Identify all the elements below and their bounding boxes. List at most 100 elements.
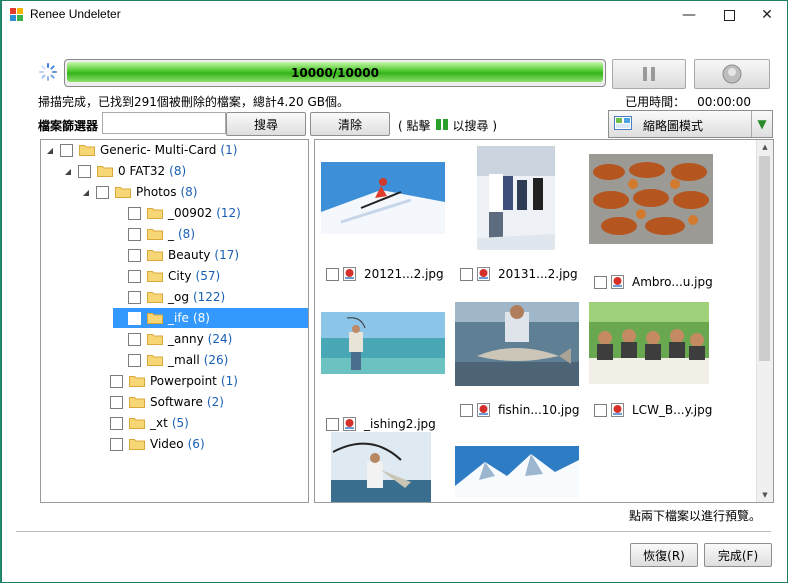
expand-arrow-icon[interactable]: ◢ bbox=[45, 146, 55, 155]
tree-item-photos[interactable]: ◢ Photos (8) bbox=[81, 182, 198, 202]
tree-item-folder[interactable]: Video (6) bbox=[95, 434, 205, 454]
tree-checkbox[interactable] bbox=[128, 227, 141, 241]
close-button[interactable]: ✕ bbox=[744, 1, 788, 29]
maximize-icon bbox=[723, 9, 735, 21]
tree-item-photo-folder[interactable]: _ (8) bbox=[113, 224, 195, 244]
fisherman-photo[interactable] bbox=[331, 432, 431, 502]
folder-label: City bbox=[168, 269, 192, 283]
file-checkbox[interactable] bbox=[326, 417, 339, 431]
folder-label: _og bbox=[168, 290, 189, 304]
tree-item-photo-folder[interactable]: _anny (24) bbox=[113, 329, 232, 349]
folder-count: (26) bbox=[203, 353, 229, 367]
folder-label: _xt bbox=[150, 416, 168, 430]
pause-icon bbox=[643, 67, 655, 81]
folder-label: Video bbox=[150, 437, 184, 451]
file-thumbnail[interactable]: Ambro...u.jpg bbox=[589, 154, 719, 294]
folder-label: Generic- Multi-Card bbox=[100, 143, 217, 157]
dropdown-arrow-icon[interactable]: ▼ bbox=[751, 111, 772, 137]
tree-checkbox[interactable] bbox=[110, 437, 123, 451]
pause-button[interactable] bbox=[612, 59, 686, 89]
file-thumbnail[interactable]: 20131...2.jpg bbox=[455, 146, 585, 286]
folder-icon bbox=[129, 418, 145, 429]
scroll-down-icon[interactable]: ▼ bbox=[757, 488, 773, 502]
file-thumbnail[interactable]: 20121...2.jpg bbox=[321, 162, 451, 302]
file-name: Ambro...u.jpg bbox=[632, 275, 713, 289]
tree-item-folder[interactable]: Powerpoint (1) bbox=[95, 371, 238, 391]
finish-button[interactable]: 完成(F) bbox=[704, 543, 772, 567]
fishing-sea-photo[interactable] bbox=[321, 312, 445, 374]
file-checkbox[interactable] bbox=[460, 267, 473, 281]
people-snow-photo[interactable] bbox=[477, 146, 555, 250]
tree-checkbox[interactable] bbox=[128, 269, 141, 283]
stop-button[interactable] bbox=[694, 59, 770, 89]
file-thumbnail[interactable] bbox=[321, 432, 451, 502]
tree-item-generic-multi-card[interactable]: ◢ Generic- Multi-Card (1) bbox=[45, 140, 238, 160]
tree-item-photo-folder[interactable]: _og (122) bbox=[113, 287, 225, 307]
folder-icon bbox=[147, 229, 163, 240]
folder-count: (5) bbox=[171, 416, 189, 430]
search-button[interactable]: 搜尋 bbox=[226, 112, 306, 136]
app-logo-icon bbox=[10, 8, 23, 21]
file-thumbnail[interactable] bbox=[455, 446, 585, 502]
clear-button[interactable]: 清除 bbox=[310, 112, 390, 136]
tree-checkbox[interactable] bbox=[110, 374, 123, 388]
file-thumbnail[interactable]: fishin...10.jpg bbox=[455, 302, 585, 442]
scroll-up-icon[interactable]: ▲ bbox=[757, 140, 773, 154]
image-file-icon bbox=[343, 417, 356, 431]
file-filter-input[interactable] bbox=[102, 112, 226, 134]
tree-checkbox[interactable] bbox=[110, 395, 123, 409]
tree-item-fat32[interactable]: ◢ 0 FAT32 (8) bbox=[63, 161, 186, 181]
tree-checkbox[interactable] bbox=[60, 143, 73, 157]
file-caption: 20121...2.jpg bbox=[326, 266, 456, 282]
tree-checkbox[interactable] bbox=[128, 206, 141, 220]
window-title: Renee Undeleter bbox=[30, 7, 121, 21]
view-mode-select[interactable]: 縮略圖模式 ▼ bbox=[608, 110, 773, 138]
tree-item-folder[interactable]: Software (2) bbox=[95, 392, 224, 412]
mountains-photo[interactable] bbox=[455, 446, 579, 498]
elapsed-time: 已用時間： 00:00:00 bbox=[625, 93, 751, 110]
folder-count: (57) bbox=[195, 269, 221, 283]
tree-checkbox[interactable] bbox=[110, 416, 123, 430]
file-name: _ishing2.jpg bbox=[364, 417, 436, 431]
man-with-fish-photo[interactable] bbox=[455, 302, 579, 386]
file-checkbox[interactable] bbox=[594, 403, 607, 417]
tree-checkbox[interactable] bbox=[128, 290, 141, 304]
folder-label: _anny bbox=[168, 332, 204, 346]
tree-checkbox[interactable] bbox=[128, 353, 141, 367]
scrollbar-thumb[interactable] bbox=[759, 156, 770, 361]
preview-hint: 點兩下檔案以進行預覽。 bbox=[628, 509, 761, 523]
expand-arrow-icon[interactable]: ◢ bbox=[81, 188, 91, 197]
folder-icon bbox=[147, 292, 163, 303]
tree-checkbox[interactable] bbox=[78, 164, 91, 178]
expand-arrow-icon[interactable]: ◢ bbox=[63, 167, 73, 176]
tree-item-photo-folder[interactable]: _00902 (12) bbox=[113, 203, 241, 223]
folder-count: (1) bbox=[220, 374, 238, 388]
file-caption: fishin...10.jpg bbox=[460, 402, 590, 418]
skier-photo[interactable] bbox=[321, 162, 445, 234]
tree-checkbox[interactable] bbox=[128, 311, 141, 325]
tree-item-folder[interactable]: _xt (5) bbox=[95, 413, 189, 433]
tree-checkbox[interactable] bbox=[96, 185, 109, 199]
tree-item-photo-folder[interactable]: City (57) bbox=[113, 266, 220, 286]
file-thumbnail[interactable]: LCW_B...y.jpg bbox=[589, 302, 719, 442]
tree-checkbox[interactable] bbox=[128, 248, 141, 262]
grid-scrollbar[interactable]: ▲ ▼ bbox=[756, 140, 773, 502]
dinner-party-photo[interactable] bbox=[589, 302, 709, 384]
folder-count: (2) bbox=[206, 395, 224, 409]
file-checkbox[interactable] bbox=[460, 403, 473, 417]
tree-item-photo-folder[interactable]: Beauty (17) bbox=[113, 245, 239, 265]
recover-button[interactable]: 恢復(R) bbox=[630, 543, 698, 567]
tree-item-photo-folder[interactable]: _mall (26) bbox=[113, 350, 228, 370]
file-caption: 20131...2.jpg bbox=[460, 266, 590, 282]
folder-count: (12) bbox=[216, 206, 241, 220]
tree-item-photo-folder[interactable]: _ife (8) bbox=[113, 308, 308, 328]
loading-spinner-icon bbox=[39, 63, 57, 81]
file-name: 20131...2.jpg bbox=[498, 267, 578, 281]
tree-checkbox[interactable] bbox=[128, 332, 141, 346]
file-checkbox[interactable] bbox=[326, 267, 339, 281]
grilled-food-photo[interactable] bbox=[589, 154, 713, 244]
file-thumbnail[interactable]: _ishing2.jpg bbox=[321, 312, 451, 452]
view-mode-value: 縮略圖模式 bbox=[643, 119, 704, 133]
file-checkbox[interactable] bbox=[594, 275, 607, 289]
folder-count: (122) bbox=[192, 290, 226, 304]
